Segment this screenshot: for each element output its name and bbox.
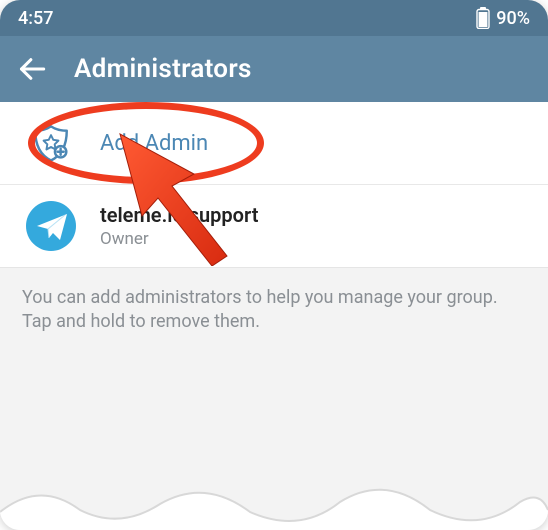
status-bar: 4:57 90% [0,0,548,36]
add-admin-label: Add Admin [100,131,208,156]
admin-list-item[interactable]: teleme.io support Owner [0,184,548,267]
add-admin-icon [26,118,76,168]
help-text: You can add administrators to help you m… [0,268,548,353]
admin-role: Owner [100,229,258,249]
content-area: Add Admin teleme.io support Owner You ca… [0,102,548,530]
status-time: 4:57 [18,8,53,29]
admin-name: teleme.io support [100,203,258,227]
status-right: 90% [476,7,530,29]
battery-icon [476,7,490,29]
back-button[interactable] [18,55,46,83]
avatar [26,201,76,251]
status-battery-pct: 90% [496,8,530,29]
torn-edge [0,472,548,530]
phone-frame: 4:57 90% Administrators [0,0,548,530]
add-admin-row[interactable]: Add Admin [0,102,548,184]
app-header: Administrators [0,36,548,102]
page-title: Administrators [74,54,252,84]
admin-texts: teleme.io support Owner [100,203,258,249]
